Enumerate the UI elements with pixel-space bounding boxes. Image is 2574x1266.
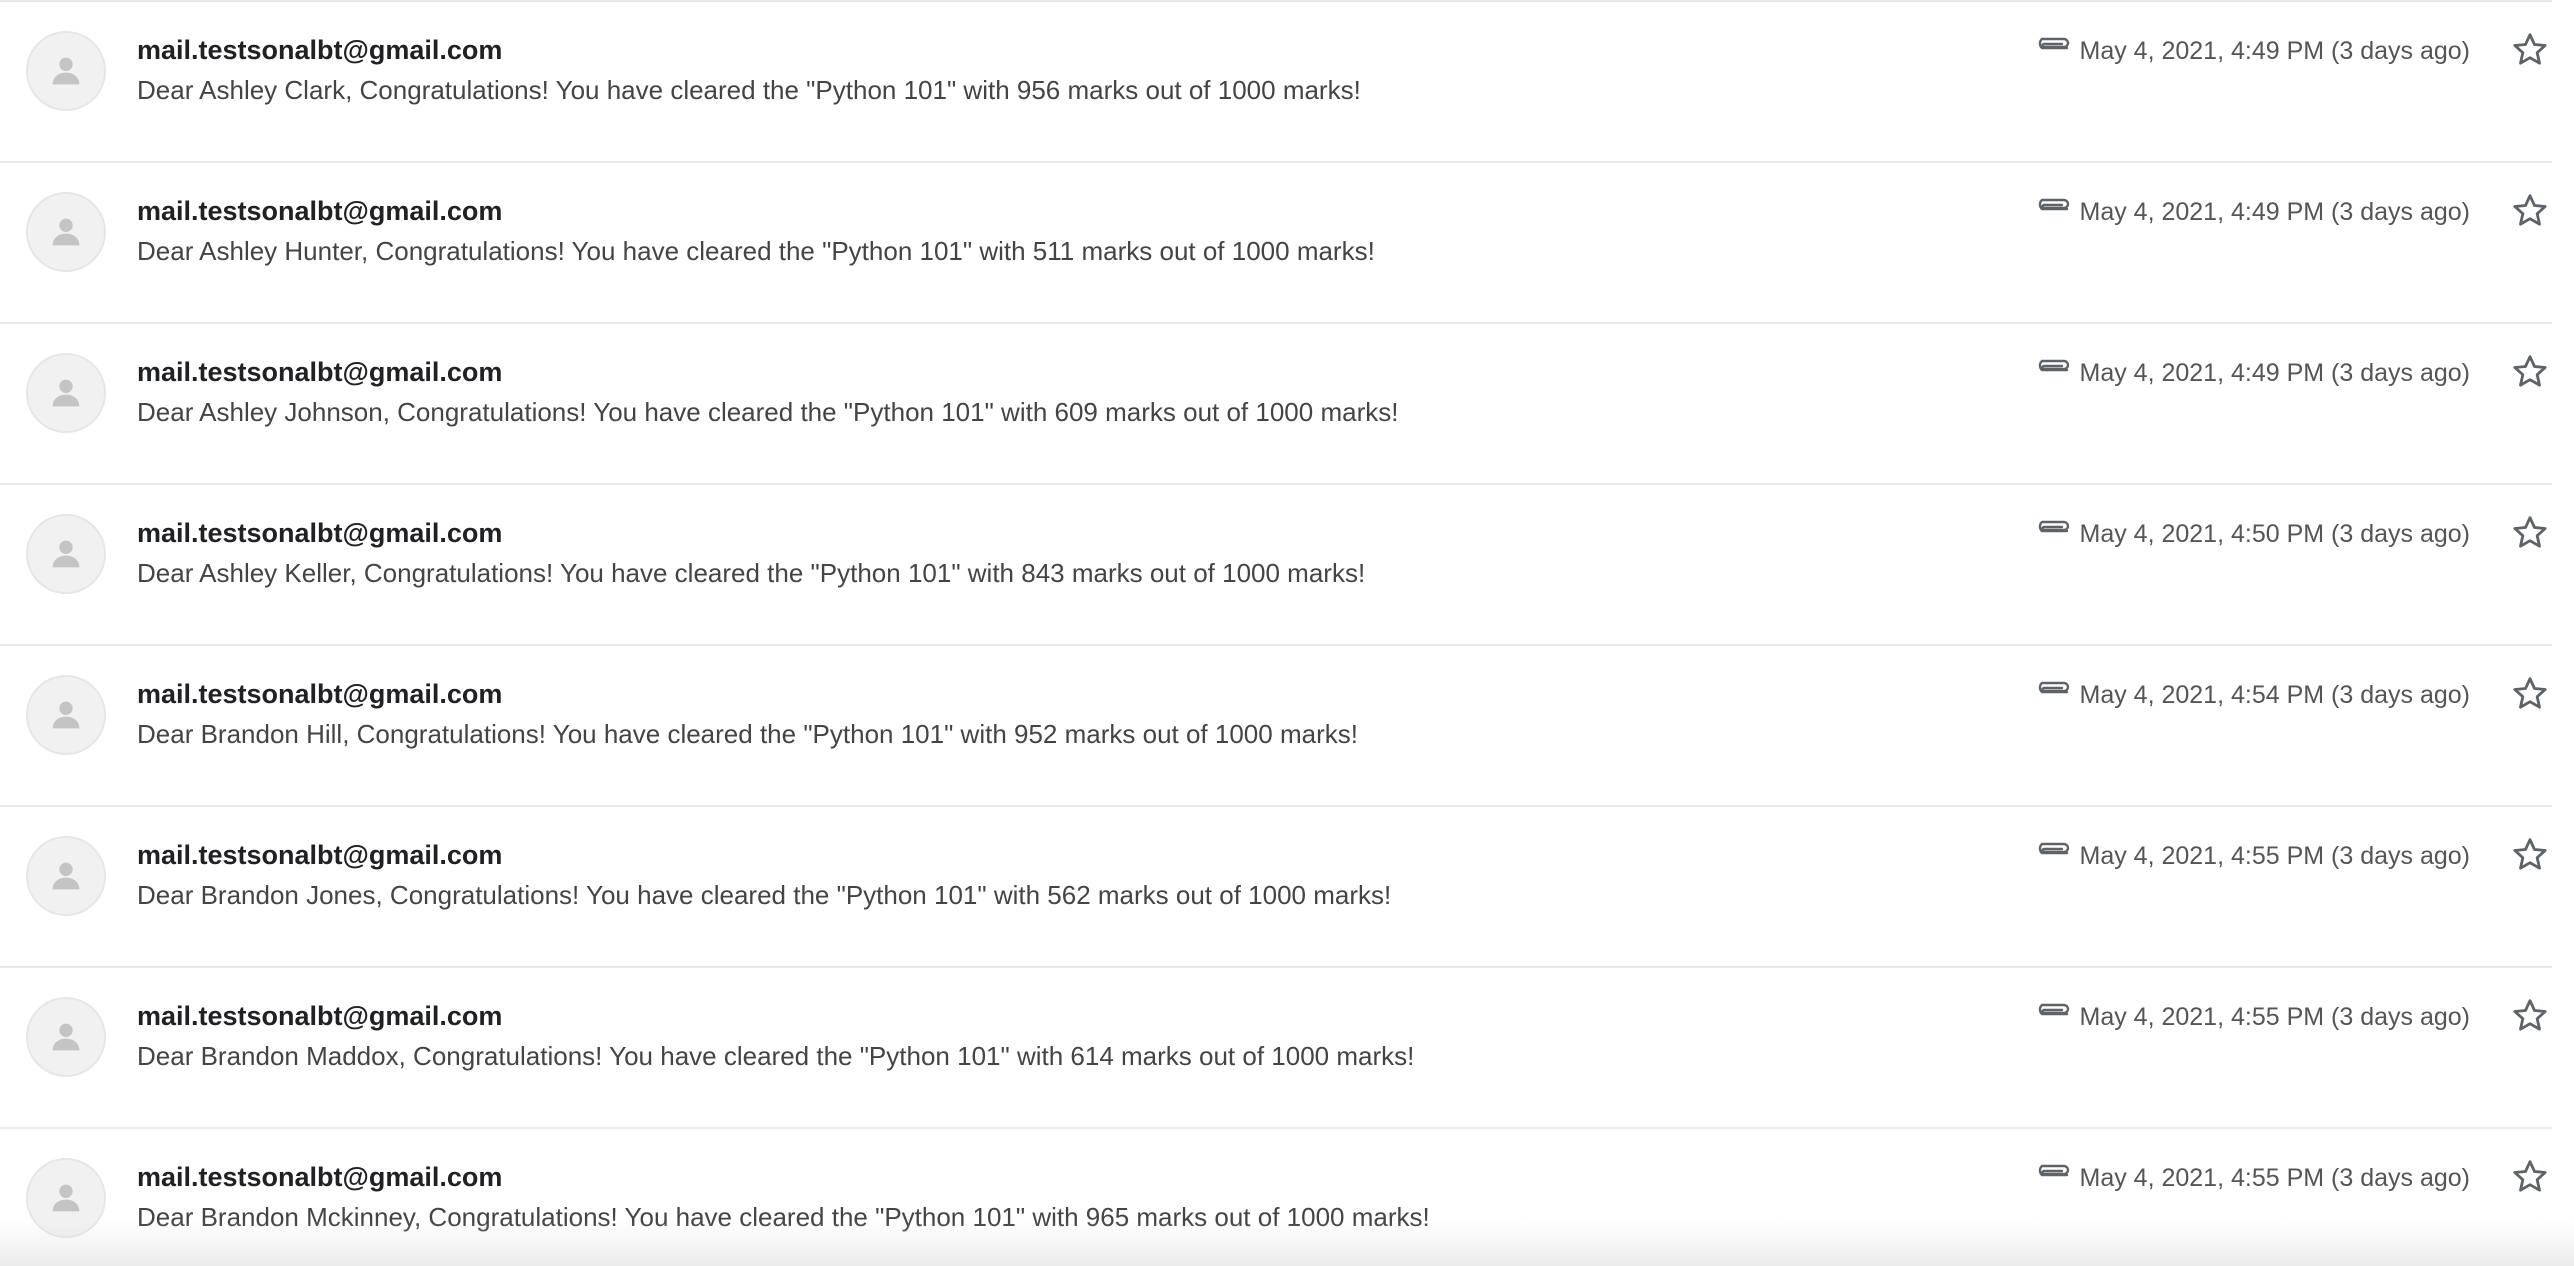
paperclip-icon xyxy=(2038,1164,2070,1177)
sender-name: mail.testsonalbt@gmail.com xyxy=(137,679,503,709)
avatar xyxy=(26,675,106,755)
received-date: May 4, 2021, 4:49 PM (3 days ago) xyxy=(2079,198,2471,226)
received-date: May 4, 2021, 4:54 PM (3 days ago) xyxy=(2079,681,2471,709)
paperclip-icon xyxy=(2038,1003,2070,1016)
star-icon[interactable] xyxy=(2510,352,2550,392)
star-icon[interactable] xyxy=(2510,1157,2550,1197)
sender-name: mail.testsonalbt@gmail.com xyxy=(137,357,503,387)
received-date: May 4, 2021, 4:49 PM (3 days ago) xyxy=(2079,37,2471,65)
thread-list: mail.testsonalbt@gmail.com Dear Ashley C… xyxy=(0,0,2552,1266)
star-icon[interactable] xyxy=(2510,996,2550,1036)
message-snippet: Dear Ashley Johnson, Congratulations! Yo… xyxy=(137,397,1399,427)
paperclip-icon xyxy=(2038,681,2070,694)
sender-name: mail.testsonalbt@gmail.com xyxy=(137,1001,503,1031)
thread-row[interactable]: mail.testsonalbt@gmail.com Dear Brandon … xyxy=(0,966,2552,1127)
avatar xyxy=(26,997,106,1077)
thread-row[interactable]: mail.testsonalbt@gmail.com Dear Ashley H… xyxy=(0,161,2552,322)
star-icon[interactable] xyxy=(2510,30,2550,70)
person-icon xyxy=(52,379,80,407)
thread-row[interactable]: mail.testsonalbt@gmail.com Dear Ashley K… xyxy=(0,483,2552,644)
received-date: May 4, 2021, 4:55 PM (3 days ago) xyxy=(2079,1164,2471,1192)
star-icon[interactable] xyxy=(2510,835,2550,875)
paperclip-icon xyxy=(2038,37,2070,50)
sender-name: mail.testsonalbt@gmail.com xyxy=(137,35,503,65)
paperclip-icon xyxy=(2038,198,2070,211)
thread-row[interactable]: mail.testsonalbt@gmail.com Dear Brandon … xyxy=(0,644,2552,805)
sender-name: mail.testsonalbt@gmail.com xyxy=(137,518,503,548)
star-icon[interactable] xyxy=(2510,191,2550,231)
star-icon[interactable] xyxy=(2510,513,2550,553)
avatar xyxy=(26,514,106,594)
received-date: May 4, 2021, 4:49 PM (3 days ago) xyxy=(2079,359,2471,387)
person-icon xyxy=(52,862,80,890)
message-snippet: Dear Ashley Keller, Congratulations! You… xyxy=(137,558,1366,588)
thread-row[interactable]: mail.testsonalbt@gmail.com Dear Ashley J… xyxy=(0,322,2552,483)
sender-name: mail.testsonalbt@gmail.com xyxy=(137,196,503,226)
received-date: May 4, 2021, 4:55 PM (3 days ago) xyxy=(2079,842,2471,870)
sender-name: mail.testsonalbt@gmail.com xyxy=(137,840,503,870)
paperclip-icon xyxy=(2038,842,2070,855)
person-icon xyxy=(52,218,80,246)
avatar xyxy=(26,192,106,272)
paperclip-icon xyxy=(2038,359,2070,372)
thread-row[interactable]: mail.testsonalbt@gmail.com Dear Brandon … xyxy=(0,1127,2552,1266)
person-icon xyxy=(52,701,80,729)
message-snippet: Dear Ashley Clark, Congratulations! You … xyxy=(137,75,1361,105)
person-icon xyxy=(52,1023,80,1051)
message-snippet: Dear Ashley Hunter, Congratulations! You… xyxy=(137,236,1375,266)
star-icon[interactable] xyxy=(2510,674,2550,714)
avatar xyxy=(26,1158,106,1238)
message-snippet: Dear Brandon Mckinney, Congratulations! … xyxy=(137,1202,1430,1232)
paperclip-icon xyxy=(2038,520,2070,533)
person-icon xyxy=(52,57,80,85)
received-date: May 4, 2021, 4:50 PM (3 days ago) xyxy=(2079,520,2471,548)
person-icon xyxy=(52,540,80,568)
sender-name: mail.testsonalbt@gmail.com xyxy=(137,1162,503,1192)
person-icon xyxy=(52,1184,80,1212)
received-date: May 4, 2021, 4:55 PM (3 days ago) xyxy=(2079,1003,2471,1031)
thread-row[interactable]: mail.testsonalbt@gmail.com Dear Brandon … xyxy=(0,805,2552,966)
message-snippet: Dear Brandon Hill, Congratulations! You … xyxy=(137,719,1358,749)
mail-page: mail.testsonalbt@gmail.com Dear Ashley C… xyxy=(0,0,2574,1266)
avatar xyxy=(26,31,106,111)
message-snippet: Dear Brandon Maddox, Congratulations! Yo… xyxy=(137,1041,1415,1071)
thread-row[interactable]: mail.testsonalbt@gmail.com Dear Ashley C… xyxy=(0,0,2552,161)
avatar xyxy=(26,353,106,433)
message-snippet: Dear Brandon Jones, Congratulations! You… xyxy=(137,880,1392,910)
avatar xyxy=(26,836,106,916)
